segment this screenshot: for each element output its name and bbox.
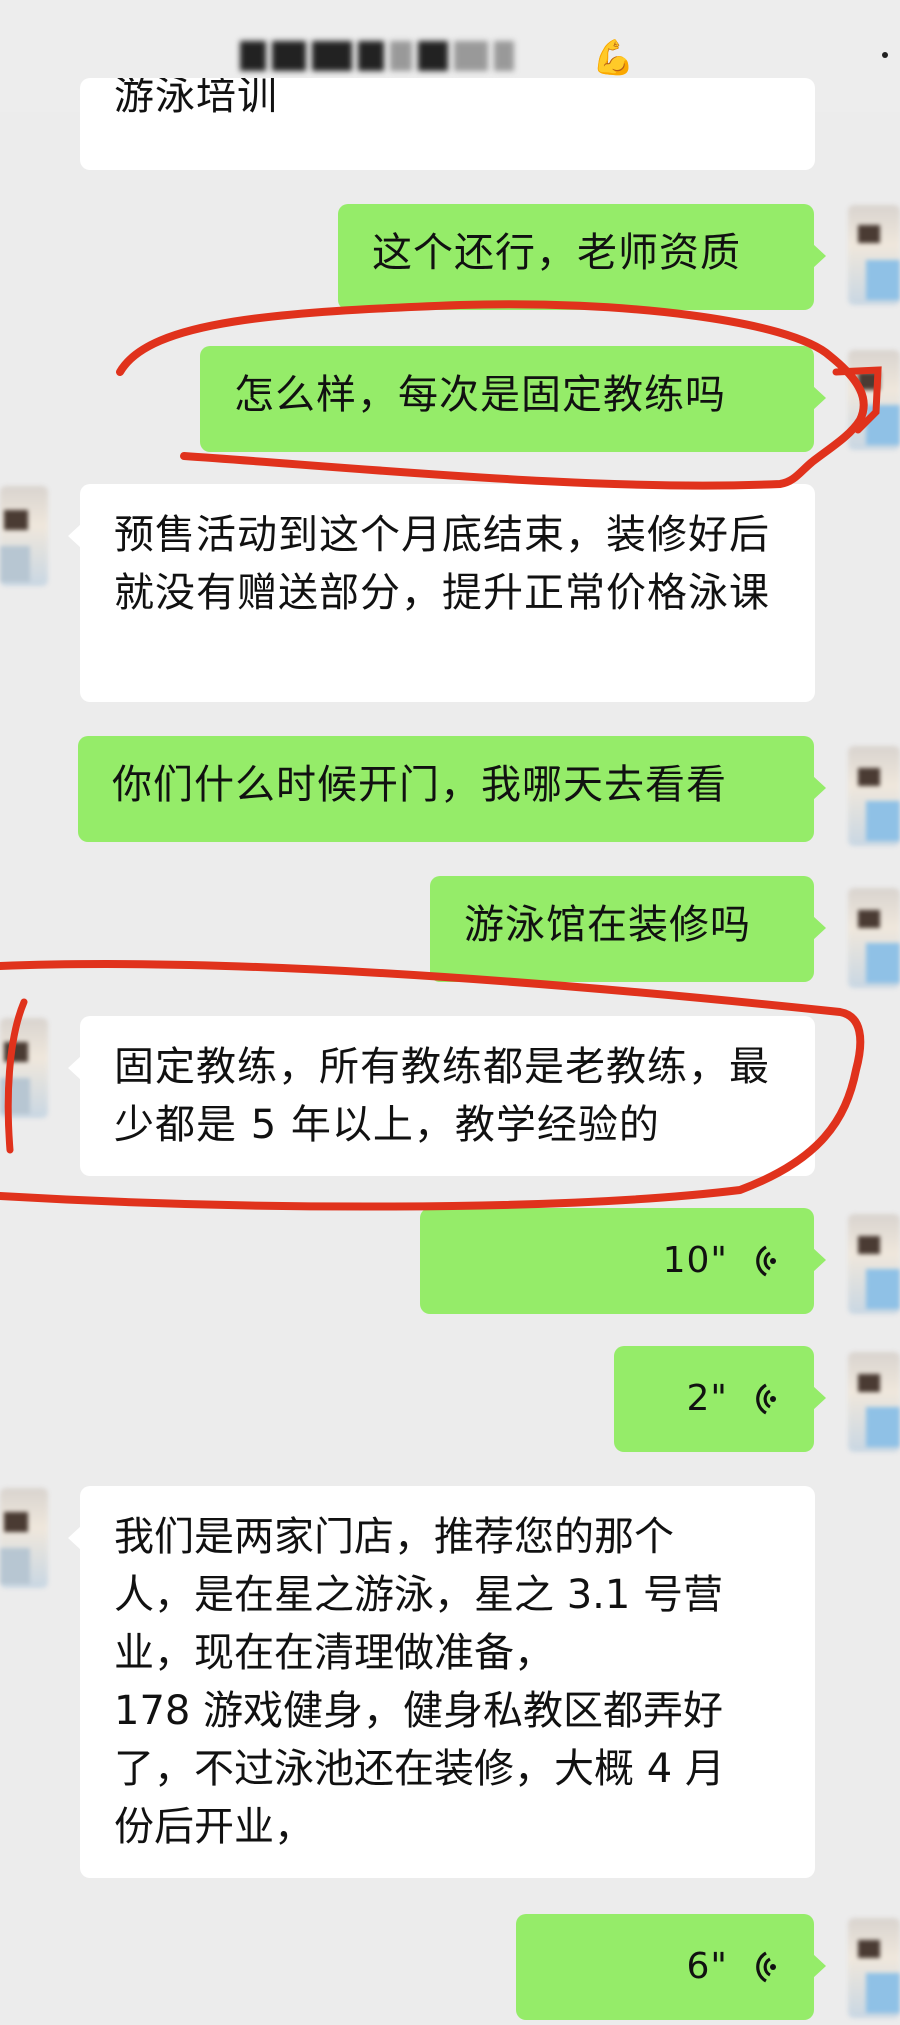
annotation-overlay	[0, 300, 882, 1211]
highlight-ring-answer	[0, 959, 865, 1211]
highlight-ring-answer-hook	[4, 998, 28, 1154]
highlight-ring-question	[116, 300, 868, 490]
